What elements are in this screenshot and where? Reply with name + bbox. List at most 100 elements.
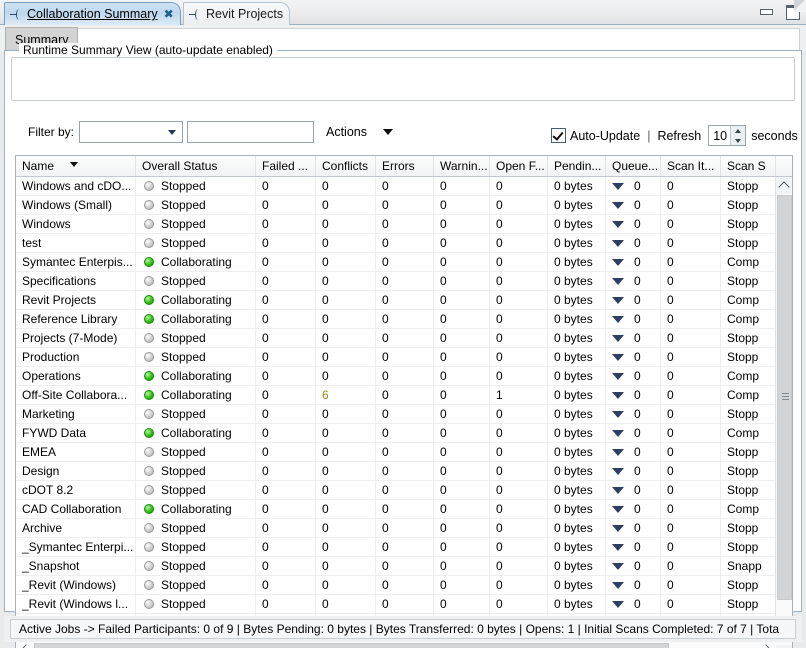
table-row[interactable]: _Symantec Enterpi... Stopped 0 0 0 0 0 0 bytes 0… xyxy=(16,538,776,557)
status-led-icon xyxy=(144,333,154,343)
table-row[interactable]: Operations Collaborating 0 0 0 0 0 0 bytes 0 0 Com… xyxy=(16,367,776,386)
column-header-label: Scan S xyxy=(727,159,766,173)
cell-errors: 0 xyxy=(376,272,434,290)
close-icon[interactable]: ✖ xyxy=(164,8,174,20)
scroll-right-button[interactable] xyxy=(759,642,776,648)
scanitems-value: 0 xyxy=(667,388,674,402)
column-header-scanstatus[interactable]: Scan S xyxy=(721,156,776,176)
errors-value: 0 xyxy=(382,426,389,440)
cell-name: Archive xyxy=(16,519,136,537)
table-row[interactable]: _Revit (Windows l... Stopped 0 0 0 0 0 0 bytes 0… xyxy=(16,595,776,614)
table-row[interactable]: Windows and cDO... Stopped 0 0 0 0 0 0 bytes 0 0 S… xyxy=(16,177,776,196)
column-header-warnings[interactable]: Warnin... xyxy=(434,156,490,176)
column-header-pending[interactable]: Pendin... xyxy=(548,156,606,176)
table-row[interactable]: test Stopped 0 0 0 0 0 0 bytes 0 0 Stopp xyxy=(16,234,776,253)
warnings-value: 0 xyxy=(440,350,447,364)
table-row[interactable]: Symantec Enterpis... Collaborating 0 0 0 0 0 0 … xyxy=(16,253,776,272)
queued-value: 0 xyxy=(634,388,641,402)
cell-queued: 0 xyxy=(606,443,661,461)
pending-value: 0 bytes xyxy=(554,445,593,459)
status-label: Stopped xyxy=(161,179,206,193)
table-row[interactable]: Production Stopped 0 0 0 0 0 0 bytes 0 0 Stopp xyxy=(16,348,776,367)
tab-collaboration-summary[interactable]: Collaboration Summary ✖ xyxy=(4,2,181,25)
column-header-scanitems[interactable]: Scan It... xyxy=(661,156,721,176)
auto-update-checkbox[interactable] xyxy=(551,128,566,143)
table-vertical-scrollbar[interactable] xyxy=(775,177,792,648)
scanstatus-value: Stopp xyxy=(727,198,759,212)
warnings-value: 0 xyxy=(440,388,447,402)
table-row[interactable]: FYWD Data Collaborating 0 0 0 0 0 0 bytes 0 0 Comp xyxy=(16,424,776,443)
errors-value: 0 xyxy=(382,274,389,288)
openfiles-value: 0 xyxy=(496,293,503,307)
cell-pending: 0 bytes xyxy=(548,234,606,252)
column-header-failed[interactable]: Failed ... xyxy=(256,156,316,176)
table-row[interactable]: _Snapshot Stopped 0 0 0 0 0 0 bytes 0 0 Snapp xyxy=(16,557,776,576)
cell-errors: 0 xyxy=(376,462,434,480)
warnings-value: 0 xyxy=(440,217,447,231)
table-row[interactable]: Specifications Stopped 0 0 0 0 0 0 bytes 0 0 Stopp xyxy=(16,272,776,291)
name-value: cDOT 8.2 xyxy=(22,483,74,497)
failed-value: 0 xyxy=(262,312,269,326)
table-row[interactable]: EMEA Stopped 0 0 0 0 0 0 bytes 0 0 Stopp xyxy=(16,443,776,462)
status-led-icon xyxy=(144,219,154,229)
table-row[interactable]: Archive Stopped 0 0 0 0 0 0 bytes 0 0 Stopp xyxy=(16,519,776,538)
scanstatus-value: Comp xyxy=(727,426,760,440)
table-row[interactable]: Projects (7-Mode) Stopped 0 0 0 0 0 0 bytes 0 0 St… xyxy=(16,329,776,348)
table-row[interactable]: Off-Site Collabora... Collaborating 0 6 0 0 1 0… xyxy=(16,386,776,405)
column-header-errors[interactable]: Errors xyxy=(376,156,434,176)
openfiles-value: 0 xyxy=(496,464,503,478)
status-led-icon xyxy=(144,504,154,514)
queue-indicator-icon xyxy=(612,258,624,266)
tab-label: Collaboration Summary xyxy=(27,7,158,21)
column-header-overall[interactable]: Overall Status xyxy=(136,156,256,176)
filter-text-input[interactable] xyxy=(187,121,314,143)
cell-errors: 0 xyxy=(376,443,434,461)
cell-failed: 0 xyxy=(256,443,316,461)
table-row[interactable]: cDOT 8.2 Stopped 0 0 0 0 0 0 bytes 0 0 Stopp xyxy=(16,481,776,500)
cell-overall: Stopped xyxy=(136,462,256,480)
table-row[interactable]: Marketing Stopped 0 0 0 0 0 0 bytes 0 0 Stopp xyxy=(16,405,776,424)
table-row[interactable]: Windows (Small) Stopped 0 0 0 0 0 0 bytes 0 0 Stop… xyxy=(16,196,776,215)
name-value: Operations xyxy=(22,369,81,383)
column-header-openfiles[interactable]: Open F... xyxy=(490,156,548,176)
cell-overall: Collaborating xyxy=(136,386,256,404)
minimize-button[interactable] xyxy=(758,4,774,18)
conflicts-value: 0 xyxy=(322,426,329,440)
column-header-conflicts[interactable]: Conflicts xyxy=(316,156,376,176)
status-led-icon xyxy=(144,409,154,419)
vertical-scrollbar-thumb[interactable] xyxy=(777,195,792,600)
tab-revit-projects[interactable]: Revit Projects xyxy=(183,2,291,25)
table-horizontal-scrollbar[interactable] xyxy=(16,641,776,648)
cell-overall: Stopped xyxy=(136,234,256,252)
column-header-queued[interactable]: Queue... xyxy=(606,156,661,176)
column-header-label: Queue... xyxy=(612,159,659,173)
cell-failed: 0 xyxy=(256,310,316,328)
scroll-left-button[interactable] xyxy=(16,642,33,648)
table-row[interactable]: Revit Projects Collaborating 0 0 0 0 0 0 bytes 0… xyxy=(16,291,776,310)
cell-errors: 0 xyxy=(376,500,434,518)
table-row[interactable]: Design Stopped 0 0 0 0 0 0 bytes 0 0 Stopp xyxy=(16,462,776,481)
table-row[interactable]: _Revit (Windows) Stopped 0 0 0 0 0 0 bytes 0 0 Sto… xyxy=(16,576,776,595)
tab-label: Revit Projects xyxy=(206,7,284,21)
refresh-interval-stepper[interactable]: 10 xyxy=(708,125,747,146)
table-row[interactable]: CAD Collaboration Collaborating 0 0 0 0 0 0 byt… xyxy=(16,500,776,519)
horizontal-scrollbar-thumb[interactable] xyxy=(34,643,669,648)
seconds-label: seconds xyxy=(751,128,798,143)
errors-value: 0 xyxy=(382,312,389,326)
failed-value: 0 xyxy=(262,483,269,497)
warnings-value: 0 xyxy=(440,464,447,478)
column-header-name[interactable]: Name xyxy=(16,156,136,176)
queued-value: 0 xyxy=(634,464,641,478)
scanstatus-value: Stopp xyxy=(727,521,759,535)
actions-button[interactable]: Actions xyxy=(326,125,393,139)
filter-by-select[interactable] xyxy=(79,121,183,143)
queued-value: 0 xyxy=(634,502,641,516)
stepper-up-icon[interactable] xyxy=(731,126,745,136)
table-row[interactable]: Reference Library Collaborating 0 0 0 0 0 0 byt… xyxy=(16,310,776,329)
table-row[interactable]: Windows Stopped 0 0 0 0 0 0 bytes 0 0 Stopp xyxy=(16,215,776,234)
failed-value: 0 xyxy=(262,331,269,345)
errors-value: 0 xyxy=(382,445,389,459)
scroll-up-button[interactable] xyxy=(776,177,792,194)
stepper-down-icon[interactable] xyxy=(731,136,745,146)
cell-pending: 0 bytes xyxy=(548,215,606,233)
